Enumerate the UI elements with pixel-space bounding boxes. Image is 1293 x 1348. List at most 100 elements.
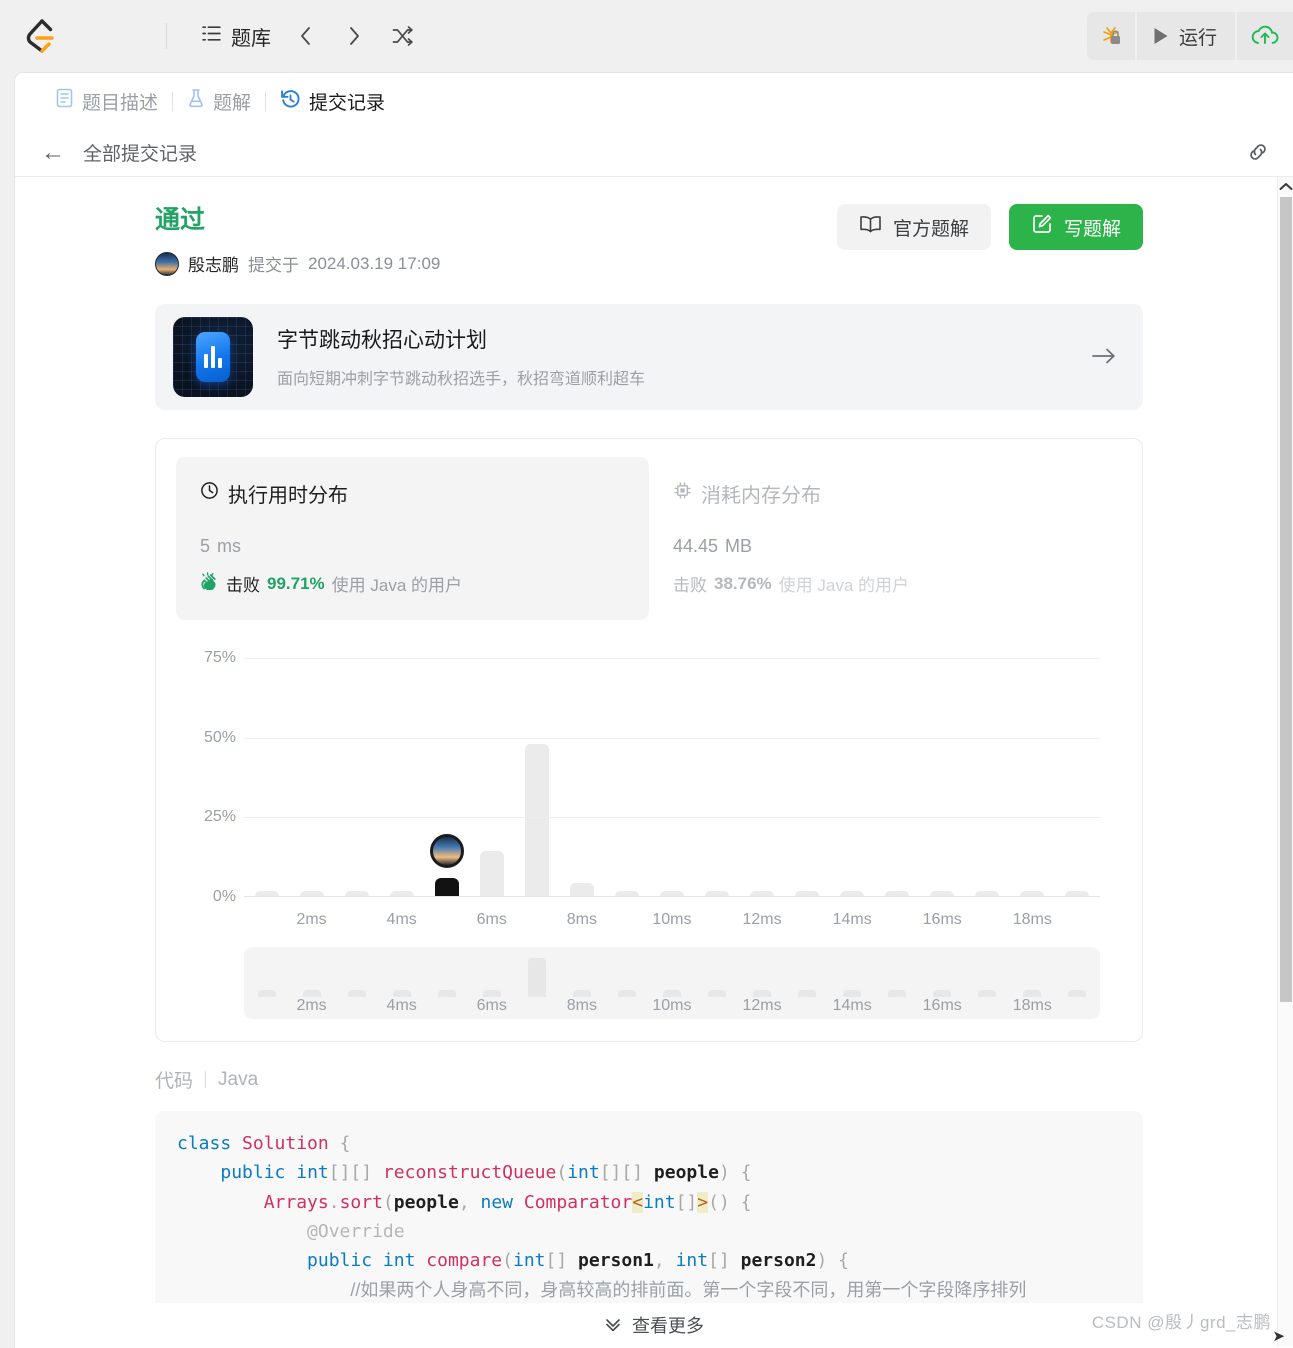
runtime-beat-percent: 99.71% xyxy=(267,573,325,593)
chart-minimap[interactable]: ·2ms·4ms·6ms·8ms·10ms·12ms·14ms·16ms·18m… xyxy=(244,947,1100,1019)
tab-bar: 题目描述 题解 提交记录 xyxy=(15,73,1293,129)
minimap-bar-slot[interactable] xyxy=(559,990,604,997)
chart-bar-slot[interactable] xyxy=(469,850,514,897)
verdict-actions: 官方题解 写题解 xyxy=(836,204,1143,250)
submission-user[interactable]: 殷志鹏 xyxy=(188,251,239,276)
minimap-bar xyxy=(617,990,636,997)
minimap-bar-slot[interactable] xyxy=(424,990,469,997)
chart-bar-slot[interactable] xyxy=(559,882,604,897)
minimap-bar-slot[interactable] xyxy=(965,990,1010,997)
minimap-tick: 8ms xyxy=(566,997,597,1014)
view-more-label: 查看更多 xyxy=(632,1316,704,1336)
problemset-button[interactable]: 题库 xyxy=(195,18,277,55)
promo-description: 面向短期冲刺字节跳动秋招选手，秋招弯道顺利超车 xyxy=(277,370,646,388)
minimap-bar-slot[interactable] xyxy=(514,958,559,997)
flask-icon xyxy=(187,88,205,114)
tab-solutions[interactable]: 题解 xyxy=(177,84,261,119)
minimap-bar-slot[interactable] xyxy=(1055,990,1100,997)
minimap-bar-slot[interactable] xyxy=(785,990,830,997)
chart-y-tick: 0% xyxy=(212,888,236,905)
leetcode-logo[interactable] xyxy=(22,17,58,55)
minimap-bar xyxy=(707,990,726,997)
code-header-divider xyxy=(205,1071,207,1088)
minimap-tick: · xyxy=(785,997,830,1015)
minimap-tick: 18ms xyxy=(1012,997,1052,1014)
run-button[interactable]: 运行 xyxy=(1136,12,1235,60)
memory-beat-tail: 使用 Java 的用户 xyxy=(778,576,910,595)
chart-gridline xyxy=(244,817,1100,819)
problemset-label: 题库 xyxy=(231,27,271,50)
memory-value-row: 44.45 MB xyxy=(673,530,1098,559)
hand-clap-icon xyxy=(200,572,219,595)
next-problem-button[interactable] xyxy=(335,17,373,55)
tab-description[interactable]: 题目描述 xyxy=(45,84,168,119)
random-problem-button[interactable] xyxy=(383,17,421,55)
minimap-bar-slot[interactable] xyxy=(379,990,424,997)
minimap-bar xyxy=(753,990,772,997)
runtime-stat[interactable]: 执行用时分布 5 ms 击败 99.71% 使用 Java 的用户 xyxy=(176,457,649,620)
minimap-tick: · xyxy=(424,997,469,1015)
submitted-timestamp: 2024.03.19 17:09 xyxy=(308,253,441,273)
description-icon xyxy=(55,88,74,114)
minimap-bar xyxy=(347,990,366,997)
tab-solutions-label: 题解 xyxy=(213,92,252,114)
official-solution-button[interactable]: 官方题解 xyxy=(836,204,991,250)
minimap-bar-slot[interactable] xyxy=(244,990,289,997)
minimap-bar-slot[interactable] xyxy=(289,990,334,997)
chart-x-tick: · xyxy=(1055,911,1100,929)
write-solution-button[interactable]: 写题解 xyxy=(1008,204,1143,250)
chart-bar[interactable] xyxy=(479,850,504,897)
chevron-up-icon[interactable] xyxy=(1278,177,1293,195)
chart-x-tick: · xyxy=(604,911,649,929)
verdict-status: 通过 xyxy=(155,206,206,234)
user-avatar[interactable] xyxy=(155,251,179,276)
link-icon[interactable] xyxy=(1245,139,1271,170)
prev-problem-button[interactable] xyxy=(287,17,325,55)
chart-x-tick: · xyxy=(244,911,289,929)
tab-submissions-label: 提交记录 xyxy=(309,92,386,114)
minimap-bar-slot[interactable] xyxy=(920,990,965,997)
minimap-bar-slot[interactable] xyxy=(694,990,739,997)
submit-button[interactable] xyxy=(1237,12,1293,60)
minimap-tick: · xyxy=(334,997,379,1015)
chart-y-tick: 25% xyxy=(203,808,236,826)
minimap-bar-slot[interactable] xyxy=(740,990,785,997)
submitted-prefix: 提交于 xyxy=(248,256,299,275)
book-icon xyxy=(859,214,882,240)
verdict-section: 通过 殷志鹏 提交于 2024.03.19 17:09 官方题解 写题解 xyxy=(15,177,1293,276)
minimap-bar-slot[interactable] xyxy=(1010,990,1055,997)
minimap-bar-slot[interactable] xyxy=(604,990,649,997)
minimap-bar-slot[interactable] xyxy=(334,990,379,997)
scrollbar-thumb[interactable] xyxy=(1280,197,1292,1002)
minimap-tick: 6ms xyxy=(476,997,507,1014)
arrow-left-icon[interactable]: ← xyxy=(41,140,65,165)
chart-bar[interactable] xyxy=(524,744,549,897)
minimap-bar-slot[interactable] xyxy=(469,990,514,997)
arrow-right-icon[interactable] xyxy=(1091,346,1117,372)
run-label: 运行 xyxy=(1178,27,1217,49)
chart-bar-slot[interactable] xyxy=(424,833,469,897)
chart-bar[interactable] xyxy=(569,882,594,897)
write-solution-label: 写题解 xyxy=(1063,218,1121,240)
chart-bar-highlight[interactable] xyxy=(429,833,464,897)
memory-stat[interactable]: 消耗内存分布 44.45 MB 击败 38.76% 使用 Java 的用户 xyxy=(649,457,1122,620)
minimap-bar-slot[interactable] xyxy=(830,990,875,997)
chevron-left-icon xyxy=(301,27,310,45)
memory-unit: MB xyxy=(725,536,752,556)
mouse-cursor-icon: ➤ xyxy=(1272,1328,1285,1345)
minimap-bar-slot[interactable] xyxy=(875,990,920,997)
chart-bar-slot[interactable] xyxy=(514,744,559,897)
memory-beat-label: 击败 xyxy=(673,576,707,595)
promo-banner[interactable]: 字节跳动秋招心动计划 面向短期冲刺字节跳动秋招选手，秋招弯道顺利超车 xyxy=(155,304,1143,410)
minimap-tick: · xyxy=(514,997,559,1015)
all-submissions-link[interactable]: 全部提交记录 xyxy=(83,139,197,166)
tab-submissions[interactable]: 提交记录 xyxy=(270,84,395,119)
vertical-scrollbar[interactable] xyxy=(1277,177,1293,1347)
runtime-beat-label: 击败 xyxy=(226,576,260,595)
official-solution-label: 官方题解 xyxy=(892,218,969,240)
chart-x-tick: · xyxy=(514,911,559,929)
minimap-bar xyxy=(302,990,321,997)
code-header: 代码 Java xyxy=(155,1066,1143,1093)
minimap-bar-slot[interactable] xyxy=(649,990,694,997)
debug-button[interactable] xyxy=(1086,12,1135,60)
